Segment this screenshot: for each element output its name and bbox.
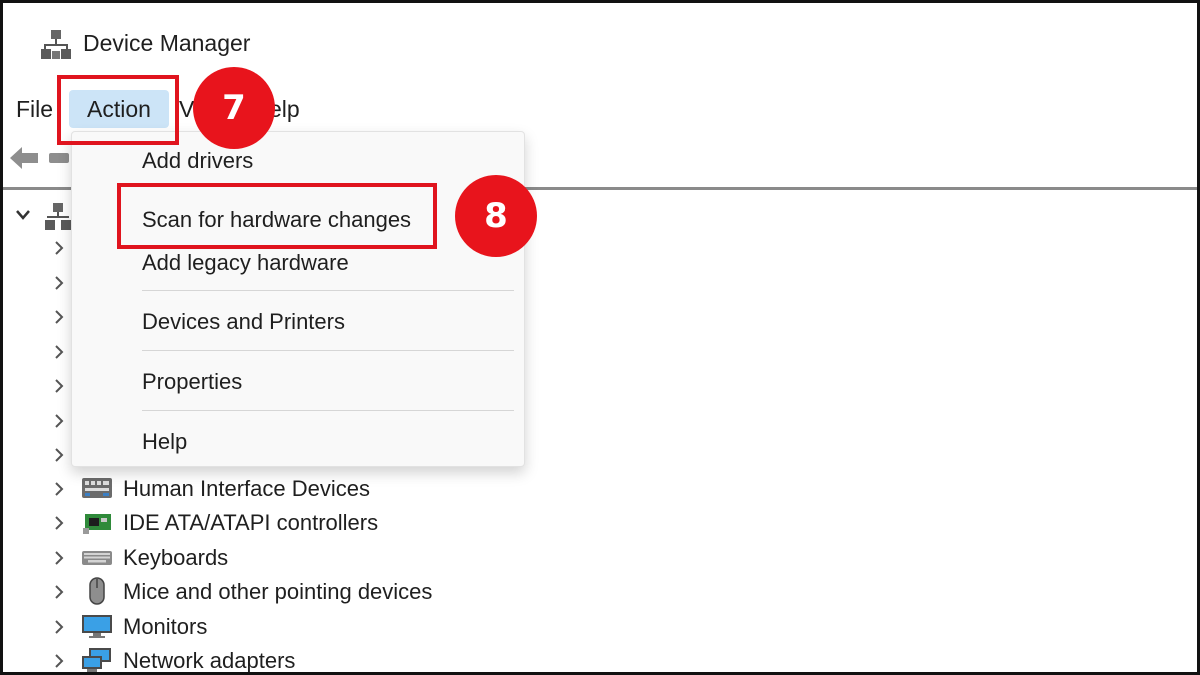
tree-row-network-adapters[interactable]: Network adapters: [53, 644, 653, 673]
chevron-right-icon[interactable]: [53, 275, 65, 291]
tree-row-label: Monitors: [123, 614, 208, 639]
menu-item-properties[interactable]: Properties: [142, 369, 242, 395]
chevron-right-icon[interactable]: [53, 447, 65, 463]
tree-row-label: Mice and other pointing devices: [123, 579, 433, 604]
forward-arrow-icon[interactable]: [49, 150, 69, 166]
network-adapter-icon: [82, 648, 111, 672]
keyboard-icon: [82, 551, 112, 565]
mouse-icon: [89, 577, 105, 605]
chevron-right-icon[interactable]: [53, 378, 65, 394]
tree-row-keyboards[interactable]: Keyboards: [53, 541, 653, 573]
chevron-right-icon[interactable]: [53, 619, 65, 635]
tree-row-mice-and-other-pointing-devices[interactable]: Mice and other pointing devices: [53, 575, 653, 607]
tree-row-monitors[interactable]: Monitors: [53, 610, 653, 642]
chevron-right-icon[interactable]: [53, 240, 65, 256]
chevron-down-icon[interactable]: [15, 209, 31, 221]
device-manager-window: Device Manager File Action V elp Human I…: [0, 0, 1200, 675]
window-title: Device Manager: [83, 30, 251, 56]
highlight-scan-item: [117, 183, 437, 249]
tree-row-label: IDE ATA/ATAPI controllers: [123, 510, 379, 535]
menu-bar: File Action V elp: [3, 89, 1197, 131]
chevron-right-icon[interactable]: [53, 584, 65, 600]
tree-row-label: Network adapters: [123, 648, 296, 673]
menu-item-devices-and-printers[interactable]: Devices and Printers: [142, 309, 345, 335]
computer-icon: [45, 203, 71, 230]
tree-row-label: Keyboards: [123, 545, 229, 570]
chevron-right-icon[interactable]: [53, 653, 65, 669]
device-manager-icon: [41, 30, 71, 59]
back-arrow-icon[interactable]: [8, 144, 40, 172]
menu-item-add-legacy-hardware[interactable]: Add legacy hardware: [142, 250, 349, 276]
chevron-right-icon[interactable]: [53, 515, 65, 531]
menu-file[interactable]: File: [16, 96, 53, 123]
chevron-right-icon[interactable]: [53, 413, 65, 429]
chevron-right-icon[interactable]: [53, 550, 65, 566]
monitor-icon: [82, 615, 112, 638]
highlight-action-menu: [57, 75, 179, 145]
action-dropdown-menu: Add drivers Scan for hardware changes Ad…: [71, 131, 525, 467]
step-badge-8: 8: [455, 175, 537, 257]
chevron-right-icon[interactable]: [53, 309, 65, 325]
menu-separator: [142, 290, 514, 291]
title-bar: Device Manager: [3, 3, 1197, 83]
menu-separator: [142, 410, 514, 411]
tree-row-human-interface-devices[interactable]: Human Interface Devices: [53, 472, 653, 504]
step-badge-7: 7: [193, 67, 275, 149]
menu-separator: [142, 350, 514, 351]
chevron-right-icon[interactable]: [53, 481, 65, 497]
chevron-right-icon[interactable]: [53, 344, 65, 360]
tree-row-ide-ata-atapi-controllers[interactable]: IDE ATA/ATAPI controllers: [53, 506, 653, 538]
hid-icon: [82, 478, 112, 498]
ide-controller-icon: [83, 514, 111, 534]
menu-item-help[interactable]: Help: [142, 429, 187, 455]
tree-row-label: Human Interface Devices: [123, 476, 370, 501]
menu-item-add-drivers[interactable]: Add drivers: [142, 148, 253, 174]
